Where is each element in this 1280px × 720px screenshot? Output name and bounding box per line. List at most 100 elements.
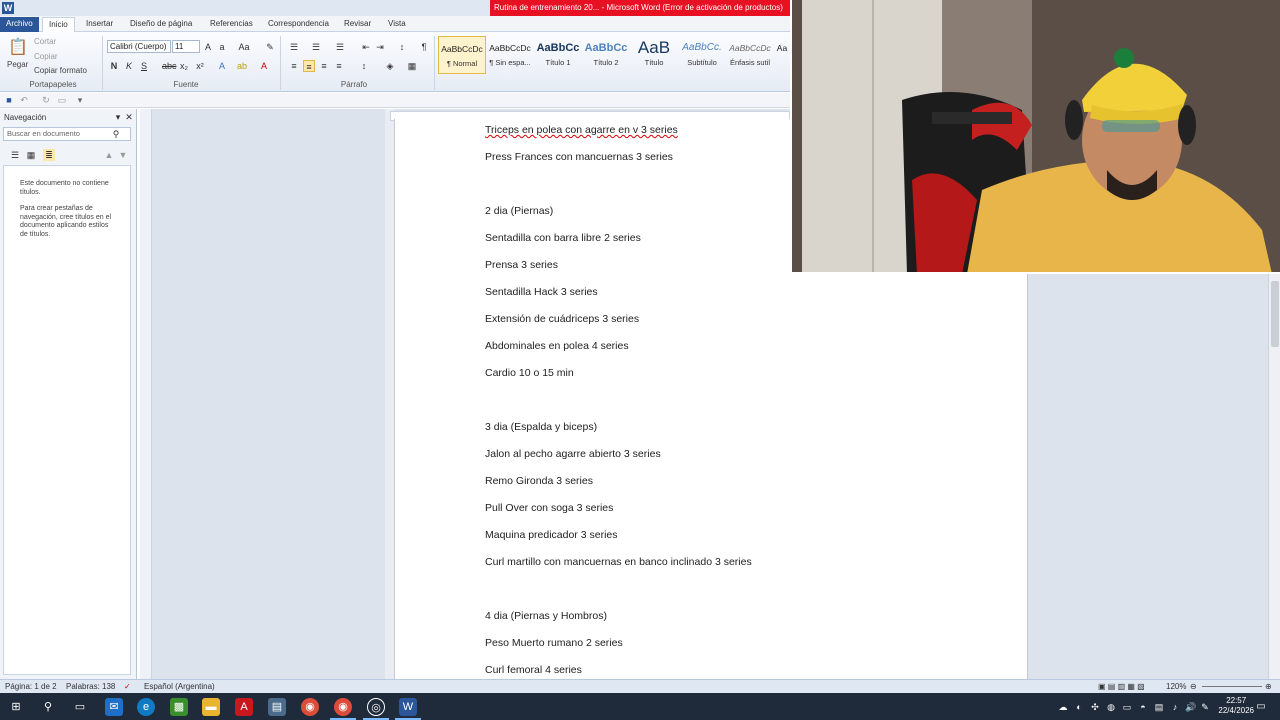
align-left-icon[interactable]: ≡: [288, 60, 300, 72]
page-count[interactable]: Página: 1 de 2: [5, 682, 57, 691]
style-heading-2[interactable]: AaBbCc Título 2: [582, 36, 630, 74]
store-icon[interactable]: ▤: [268, 698, 286, 716]
clear-format-icon[interactable]: ✎: [264, 41, 276, 53]
format-painter-button[interactable]: Copiar formato: [34, 66, 87, 75]
paste-button[interactable]: Pegar: [7, 60, 28, 69]
zoom-level[interactable]: 120%: [1166, 682, 1186, 691]
chrome-profile-icon[interactable]: ◉: [334, 698, 352, 716]
task-view-icon[interactable]: ▭: [71, 698, 89, 716]
style-subtle-emphasis[interactable]: AaBbCcDc Énfasis sutil: [726, 36, 774, 74]
zoom-out-icon[interactable]: ⊖: [1190, 682, 1197, 691]
tab-references[interactable]: Referencias: [204, 17, 259, 32]
paste-icon[interactable]: 📋: [8, 38, 28, 58]
style-normal[interactable]: AaBbCcDc ¶ Normal: [438, 36, 486, 74]
pages-tab-icon[interactable]: ▦: [25, 149, 37, 161]
doc-line[interactable]: 4 dia (Piernas y Hombros): [485, 610, 607, 622]
results-tab-icon[interactable]: ≣: [43, 149, 55, 161]
underline-icon[interactable]: S: [138, 60, 150, 72]
text-effects-icon[interactable]: A: [216, 60, 228, 72]
align-right-icon[interactable]: ≡: [318, 60, 330, 72]
view-buttons-icon[interactable]: ▣ ▤ ▥ ▦ ▧: [1098, 682, 1145, 691]
strikethrough-icon[interactable]: abc: [162, 60, 177, 72]
borders-icon[interactable]: ▦: [406, 60, 418, 72]
doc-line[interactable]: Maquina predicador 3 series: [485, 529, 618, 541]
increase-indent-icon[interactable]: ⇥: [374, 41, 386, 53]
cut-button[interactable]: Cortar: [34, 37, 56, 46]
doc-line[interactable]: Prensa 3 series: [485, 259, 558, 271]
justify-icon[interactable]: ≡: [333, 60, 345, 72]
next-heading-icon[interactable]: ▼: [117, 149, 129, 161]
search-icon[interactable]: ⚲: [39, 698, 57, 716]
minecraft-icon[interactable]: ▩: [170, 698, 188, 716]
numbering-icon[interactable]: ☰: [310, 41, 322, 53]
line-spacing-icon[interactable]: ↕: [358, 60, 370, 72]
proofing-icon[interactable]: ✓: [124, 682, 131, 691]
style-title[interactable]: AaB Título: [630, 36, 678, 74]
style-subtitle[interactable]: AaBbCc. Subtítulo: [678, 36, 726, 74]
doc-line[interactable]: Pull Over con soga 3 series: [485, 502, 613, 514]
redo-icon[interactable]: ↻: [40, 94, 52, 106]
chrome-icon[interactable]: ◉: [301, 698, 319, 716]
style-more[interactable]: Aa: [774, 36, 790, 74]
font-family-select[interactable]: Calibri (Cuerpo): [107, 40, 171, 53]
file-explorer-icon[interactable]: ▬: [202, 698, 220, 716]
doc-line[interactable]: Abdominales en polea 4 series: [485, 340, 629, 352]
align-center-icon[interactable]: ≡: [303, 60, 315, 72]
search-icon[interactable]: ⚲: [110, 128, 122, 140]
doc-line[interactable]: Curl martillo con mancuernas en banco in…: [485, 556, 752, 568]
customize-qat-icon[interactable]: ▾: [74, 94, 86, 106]
zoom-in-icon[interactable]: ⊕: [1265, 682, 1272, 691]
print-preview-icon[interactable]: ▭: [56, 94, 68, 106]
style-no-spacing[interactable]: AaBbCcDc ¶ Sin espa...: [486, 36, 534, 74]
sort-icon[interactable]: ↕: [396, 41, 408, 53]
italic-icon[interactable]: K: [123, 60, 135, 72]
shrink-font-icon[interactable]: a: [216, 41, 228, 53]
obs-icon[interactable]: ◎: [367, 698, 385, 716]
system-clock[interactable]: 22:57 22/4/2026: [1218, 696, 1254, 716]
font-color-icon[interactable]: A: [258, 60, 270, 72]
subscript-icon[interactable]: x₂: [178, 60, 190, 72]
save-icon[interactable]: ■: [3, 94, 15, 106]
doc-line[interactable]: 2 dia (Piernas): [485, 205, 553, 217]
highlight-icon[interactable]: ab: [236, 60, 248, 72]
zoom-slider[interactable]: [1202, 686, 1262, 687]
change-case-icon[interactable]: Aa: [238, 41, 250, 53]
word-taskbar-icon[interactable]: W: [399, 698, 417, 716]
word-count[interactable]: Palabras: 138: [66, 682, 115, 691]
decrease-indent-icon[interactable]: ⇤: [360, 41, 372, 53]
previous-heading-icon[interactable]: ▲: [103, 149, 115, 161]
tab-review[interactable]: Revisar: [338, 17, 377, 32]
start-icon[interactable]: ⊞: [7, 698, 25, 716]
doc-line[interactable]: Curl femoral 4 series: [485, 664, 582, 676]
tab-page-layout[interactable]: Diseño de página: [124, 17, 198, 32]
doc-line[interactable]: Extensión de cuádriceps 3 series: [485, 313, 639, 325]
tab-view[interactable]: Vista: [382, 17, 412, 32]
doc-line[interactable]: Press Frances con mancuernas 3 series: [485, 151, 673, 163]
tab-insert[interactable]: Insertar: [80, 17, 119, 32]
tab-mailings[interactable]: Correspondencia: [262, 17, 335, 32]
bullets-icon[interactable]: ☰: [288, 41, 300, 53]
undo-icon[interactable]: ↶: [18, 94, 30, 106]
doc-line[interactable]: Peso Muerto rumano 2 series: [485, 637, 623, 649]
notifications-icon[interactable]: ▭: [1252, 698, 1270, 716]
style-heading-1[interactable]: AaBbCc Título 1: [534, 36, 582, 74]
bold-icon[interactable]: N: [108, 60, 120, 72]
pen-icon[interactable]: ✎: [1196, 698, 1214, 716]
doc-line[interactable]: Cardio 10 o 15 min: [485, 367, 574, 379]
doc-line[interactable]: Sentadilla Hack 3 series: [485, 286, 598, 298]
language-indicator[interactable]: Español (Argentina): [144, 682, 215, 691]
shading-icon[interactable]: ◈: [384, 60, 396, 72]
headings-tab-icon[interactable]: ☰: [9, 149, 21, 161]
grow-font-icon[interactable]: A: [202, 41, 214, 53]
doc-line[interactable]: Triceps en polea con agarre en v 3 serie…: [485, 124, 678, 136]
font-size-select[interactable]: 11: [172, 40, 200, 53]
close-icon[interactable]: ✕: [123, 111, 135, 123]
mail-icon[interactable]: ✉: [105, 698, 123, 716]
tab-home[interactable]: Inicio: [42, 17, 75, 32]
acrobat-icon[interactable]: A: [235, 698, 253, 716]
doc-line[interactable]: Sentadilla con barra libre 2 series: [485, 232, 641, 244]
superscript-icon[interactable]: x²: [194, 60, 206, 72]
edge-icon[interactable]: e: [137, 698, 155, 716]
doc-line[interactable]: Jalon al pecho agarre abierto 3 series: [485, 448, 661, 460]
copy-button[interactable]: Copiar: [34, 52, 58, 61]
